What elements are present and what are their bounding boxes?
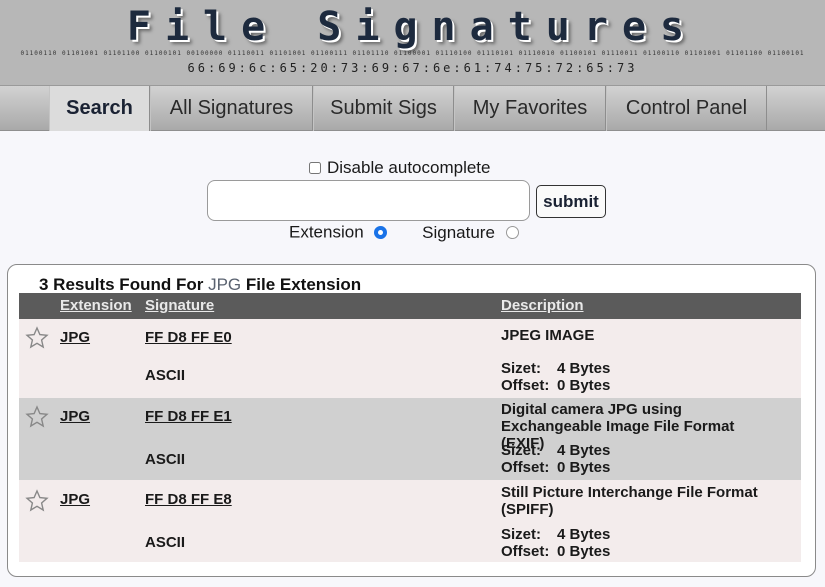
results-title: 3 Results Found For JPG File Extension <box>39 275 361 295</box>
site-logo: File Signatures <box>126 4 699 50</box>
radio-signature[interactable] <box>505 226 519 240</box>
description-text: Still Picture Interchange File Format (S… <box>501 484 758 518</box>
offset-label: Offset: <box>501 543 550 560</box>
results-query: JPG <box>208 275 242 294</box>
offset-label: Offset: <box>501 459 550 476</box>
extension-link[interactable]: JPG <box>60 408 90 425</box>
description-text: JPEG IMAGE <box>501 327 595 344</box>
col-signature[interactable]: Signature <box>145 297 214 314</box>
signature-link[interactable]: FF D8 FF E0 <box>145 329 232 346</box>
ascii-label: ASCII <box>145 451 186 468</box>
size-offset-info: Sizet: 4 Bytes Offset: 0 Bytes <box>501 360 610 394</box>
results-panel: 3 Results Found For JPG File Extension E… <box>7 264 816 577</box>
offset-value: 0 Bytes <box>557 377 611 394</box>
table-row: JPG FF D8 FF E8 Still Picture Interchang… <box>19 480 801 562</box>
radio-signature-label: Signature <box>422 222 495 242</box>
submit-button[interactable]: submit <box>536 185 606 218</box>
radio-extension-label: Extension <box>289 222 364 242</box>
size-offset-info: Sizet: 4 Bytes Offset: 0 Bytes <box>501 526 610 560</box>
extension-link[interactable]: JPG <box>60 491 90 508</box>
table-row: JPG FF D8 FF E1 Digital camera JPG using… <box>19 398 801 480</box>
tab-all-signatures[interactable]: All Signatures <box>150 86 313 131</box>
extension-link[interactable]: JPG <box>60 329 90 346</box>
col-extension[interactable]: Extension <box>60 297 132 314</box>
size-label: Sizet: <box>501 360 542 377</box>
results-type-text: File Extension <box>245 275 362 294</box>
results-count-text: 3 Results Found For <box>39 275 204 294</box>
size-value: 4 Bytes <box>557 442 611 459</box>
offset-value: 0 Bytes <box>557 459 611 476</box>
table-header: Extension Signature Description <box>19 293 801 319</box>
autocomplete-toggle[interactable]: Disable autocomplete <box>309 158 490 178</box>
hex-banner: 66:69:6c:65:20:73:69:67:6e:61:74:75:72:6… <box>187 61 638 75</box>
star-outline-icon[interactable] <box>25 489 49 513</box>
tab-control-panel[interactable]: Control Panel <box>606 86 767 131</box>
table-row: JPG FF D8 FF E0 JPEG IMAGE ASCII Sizet: 4… <box>19 319 801 398</box>
size-offset-info: Sizet: 4 Bytes Offset: 0 Bytes <box>501 442 610 476</box>
star-outline-icon[interactable] <box>25 405 49 429</box>
search-input[interactable] <box>207 180 530 221</box>
star-outline-icon[interactable] <box>25 326 49 350</box>
autocomplete-checkbox[interactable] <box>309 162 321 174</box>
search-mode-group: Extension Signature <box>289 222 519 243</box>
main-nav: Search All Signatures Submit Sigs My Fav… <box>0 86 825 131</box>
size-label: Sizet: <box>501 442 542 459</box>
size-value: 4 Bytes <box>557 526 611 543</box>
results-table: Extension Signature Description JPG FF D… <box>19 293 801 562</box>
offset-value: 0 Bytes <box>557 543 611 560</box>
size-value: 4 Bytes <box>557 360 611 377</box>
signature-link[interactable]: FF D8 FF E1 <box>145 408 232 425</box>
search-form: Disable autocomplete submit Extension Si… <box>0 132 825 262</box>
tab-my-favorites[interactable]: My Favorites <box>454 86 606 131</box>
ascii-label: ASCII <box>145 367 186 384</box>
ascii-label: ASCII <box>145 534 186 551</box>
binary-banner: 01100110 01101001 01101100 01100101 0010… <box>20 50 805 57</box>
signature-link[interactable]: FF D8 FF E8 <box>145 491 232 508</box>
tab-submit-sigs[interactable]: Submit Sigs <box>313 86 454 131</box>
autocomplete-label: Disable autocomplete <box>327 158 491 177</box>
offset-label: Offset: <box>501 377 550 394</box>
radio-extension[interactable] <box>374 226 388 240</box>
size-label: Sizet: <box>501 526 542 543</box>
site-header: File Signatures 01100110 01101001 011011… <box>0 0 825 86</box>
col-description[interactable]: Description <box>501 297 584 314</box>
tab-search[interactable]: Search <box>49 86 150 131</box>
